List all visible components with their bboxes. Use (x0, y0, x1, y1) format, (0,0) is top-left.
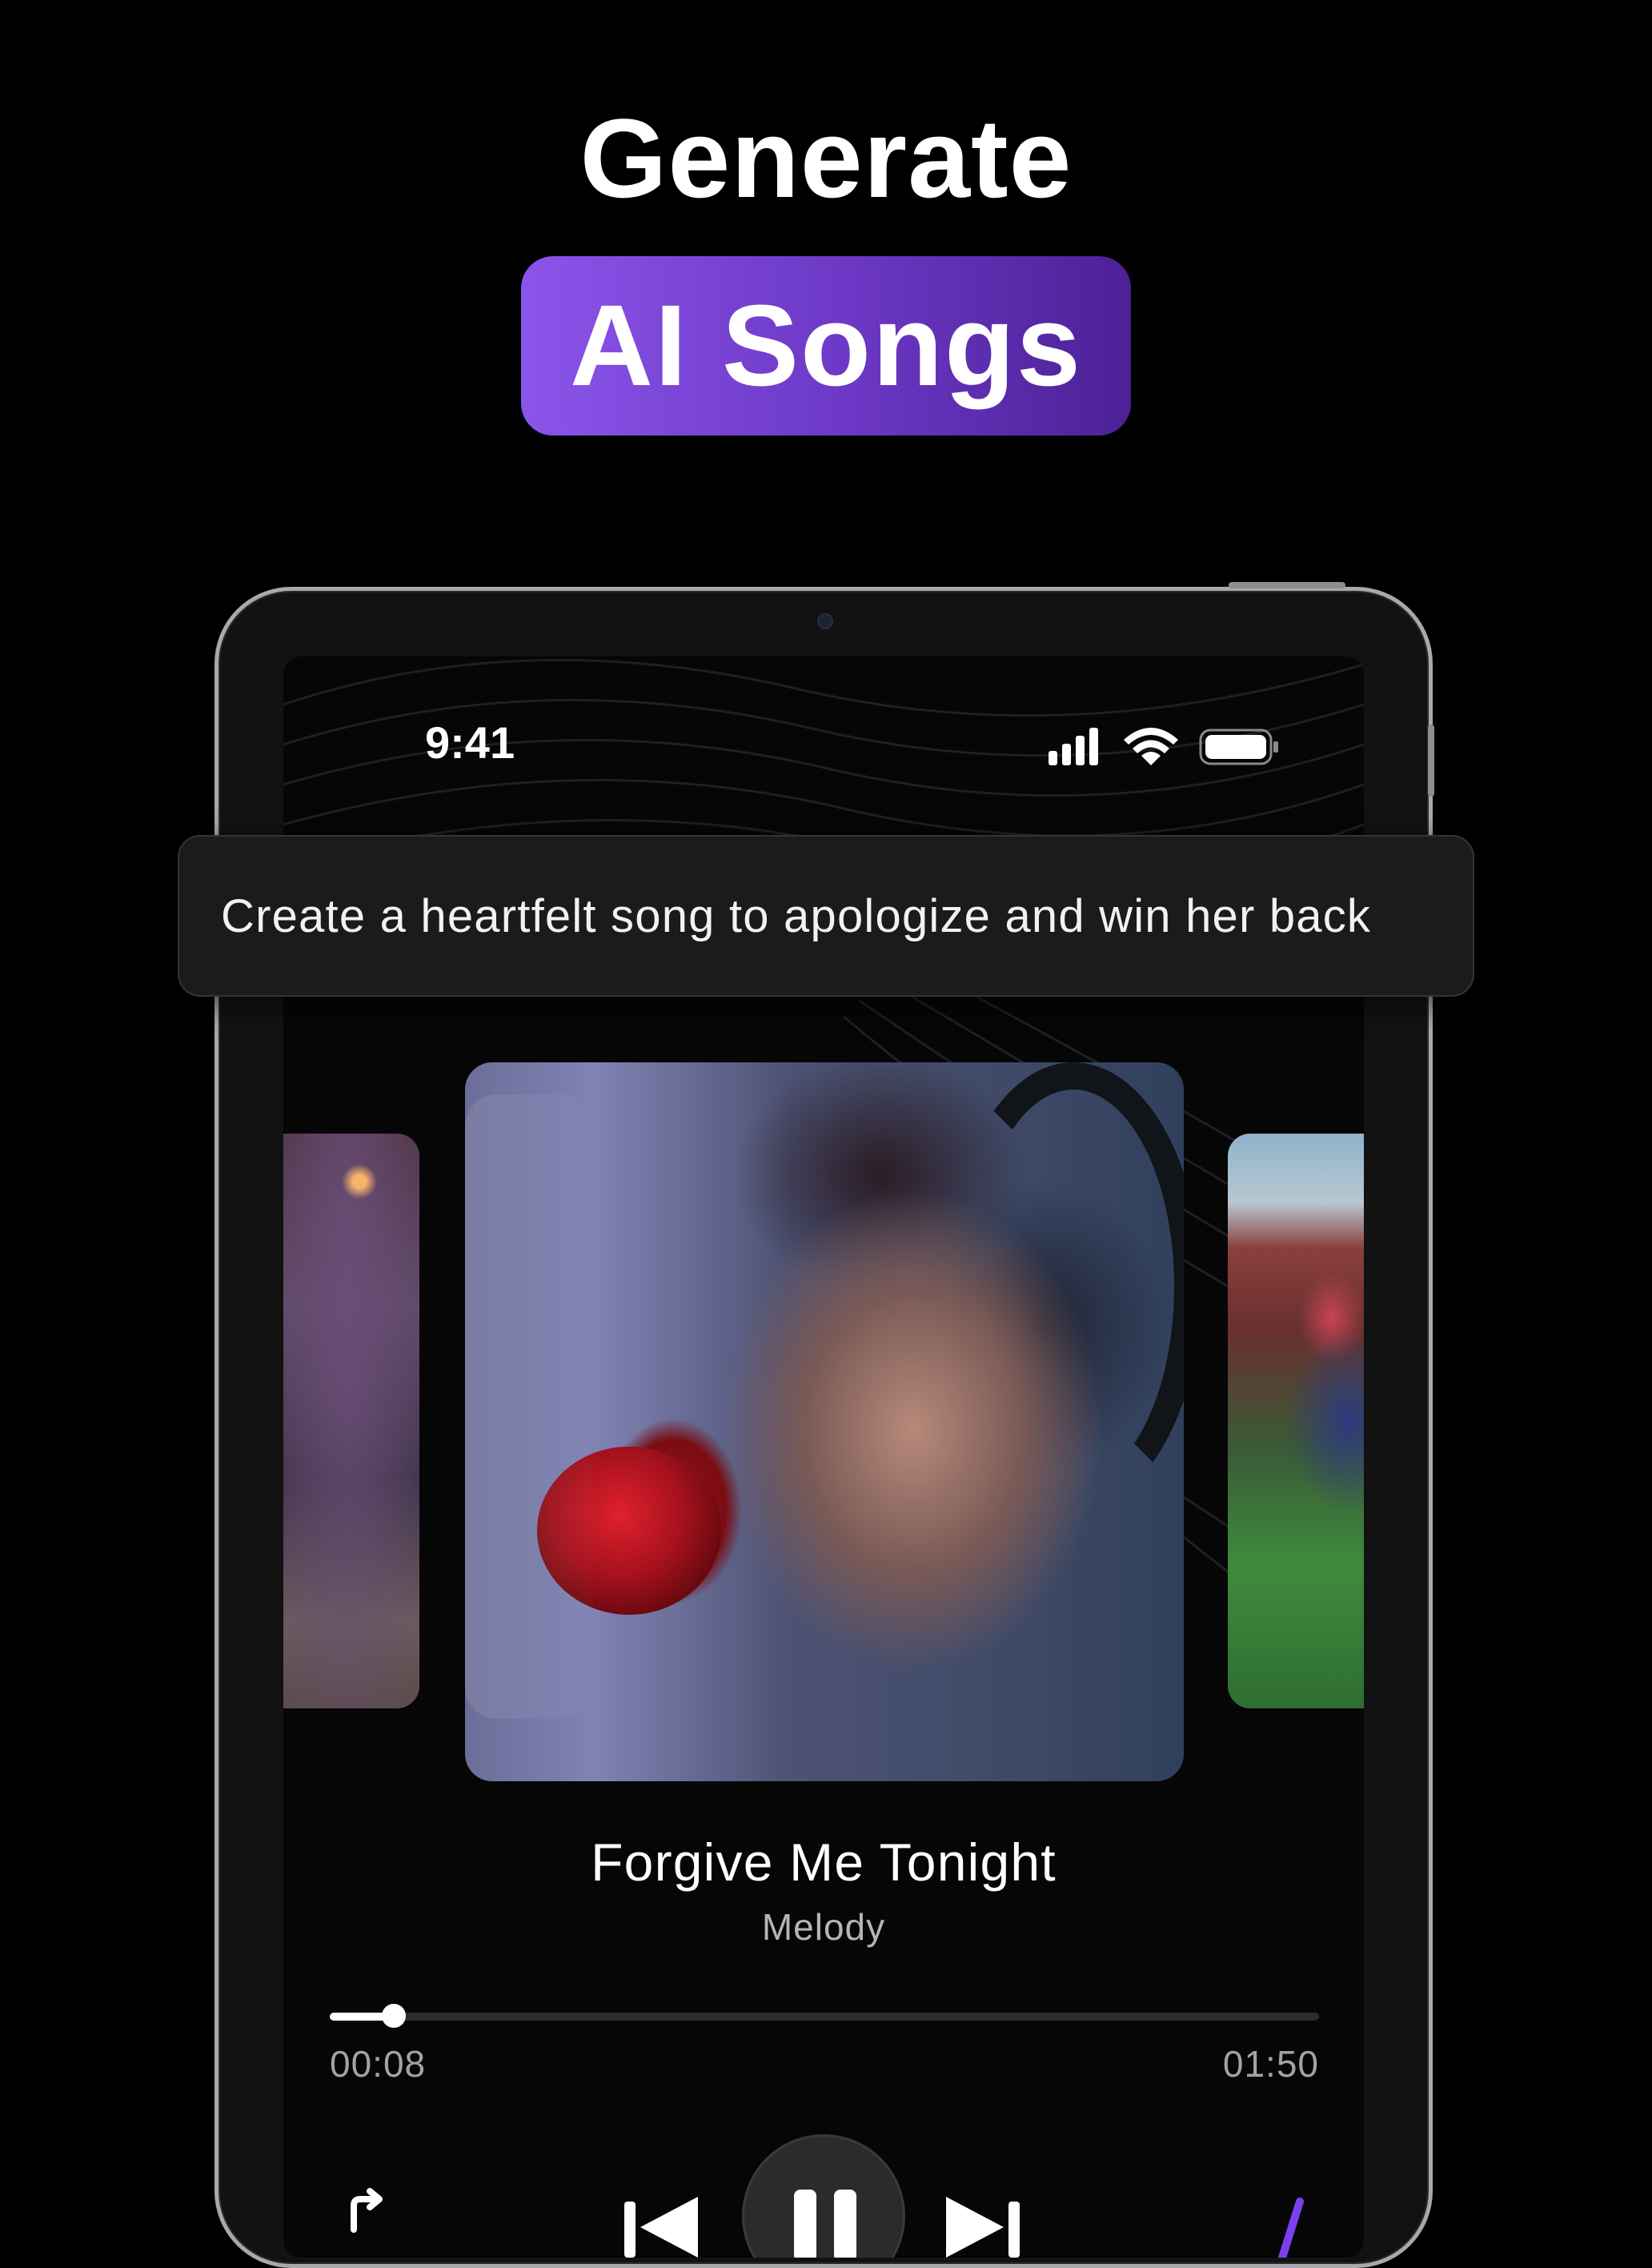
rain-drops-shape (465, 1094, 593, 1719)
album-art-left[interactable] (283, 1134, 419, 1708)
status-bar-time: 9:41 (425, 717, 515, 768)
song-subtitle: Melody (761, 1906, 886, 1948)
album-art-right[interactable] (1228, 1134, 1364, 1708)
share-icon[interactable] (330, 2182, 402, 2254)
next-track-icon[interactable] (938, 2162, 1026, 2258)
cellular-signal-icon (1049, 728, 1098, 765)
play-pause-button[interactable] (742, 2134, 905, 2258)
song-title: Forgive Me Tonight (591, 1832, 1057, 1892)
wifi-icon (1124, 728, 1178, 765)
pause-icon (794, 2190, 856, 2258)
top-button (1229, 582, 1345, 588)
total-duration: 01:50 (1222, 2043, 1319, 2085)
front-camera (817, 613, 833, 629)
prompt-card[interactable]: Create a heartfelt song to apologize and… (178, 835, 1474, 997)
elapsed-time: 00:08 (330, 2043, 427, 2085)
ai-sparkle-icon[interactable] (1268, 2194, 1316, 2258)
headline-ai-songs-badge: AI Songs (521, 256, 1131, 436)
headphones-shape (945, 1062, 1184, 1511)
volume-button (1428, 725, 1434, 797)
progress-slider[interactable] (330, 2004, 1319, 2028)
previous-track-icon[interactable] (620, 2162, 708, 2258)
headline-generate: Generate (579, 95, 1073, 221)
progress-knob[interactable] (382, 2004, 406, 2028)
battery-icon (1199, 729, 1278, 765)
prompt-text: Create a heartfelt song to apologize and… (221, 889, 1372, 942)
status-bar-icons (1049, 728, 1278, 765)
album-art-main[interactable] (465, 1062, 1184, 1781)
